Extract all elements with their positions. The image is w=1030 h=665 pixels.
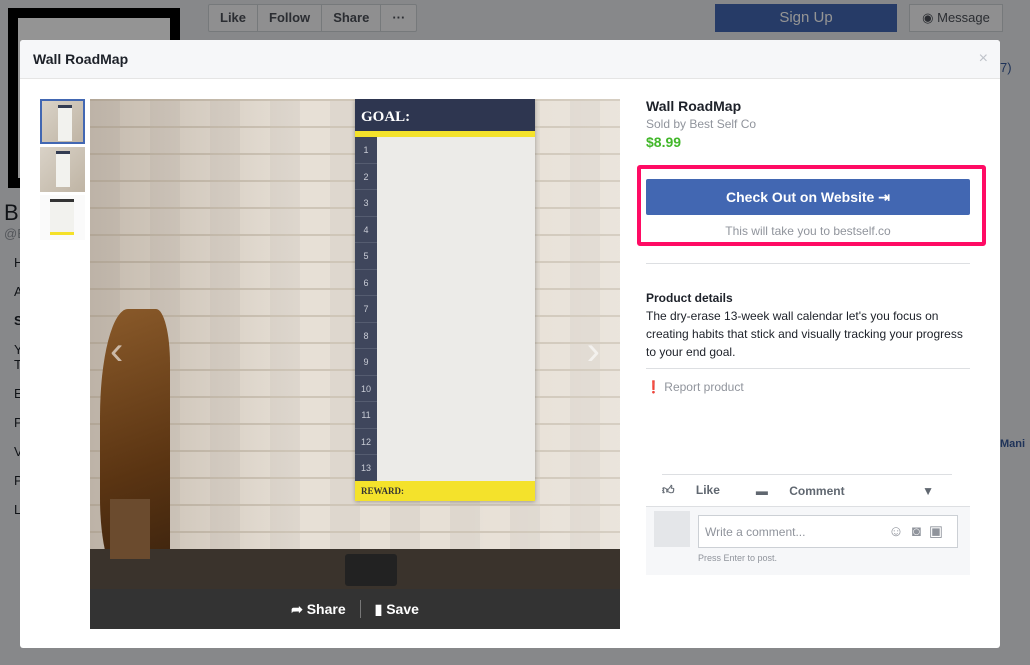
caret-down-icon[interactable]: ▼ xyxy=(922,484,934,498)
modal-title: Wall RoadMap xyxy=(33,51,129,67)
emoji-icon[interactable]: ☺ xyxy=(888,523,911,540)
checkout-note: This will take you to bestself.co xyxy=(725,224,891,238)
thumbnail-3[interactable] xyxy=(40,195,85,240)
alert-icon: ❗ xyxy=(646,380,661,394)
bookmark-icon: ▮ xyxy=(374,600,387,617)
drawers xyxy=(110,499,150,559)
product-info: Wall RoadMap Sold by Best Self Co $8.99 … xyxy=(637,98,986,575)
comment-button[interactable]: ▬ Comment xyxy=(756,484,863,498)
thumbnail-1[interactable] xyxy=(40,99,85,144)
like-button[interactable]: 👍︎ Like xyxy=(662,483,738,498)
share-arrow-icon: ➦ xyxy=(291,600,307,617)
photo-save-button[interactable]: ▮ Save xyxy=(375,601,419,618)
camera-icon[interactable]: ◙ xyxy=(912,523,929,540)
seller-name: Sold by Best Self Co xyxy=(646,117,757,131)
comment-hint: Press Enter to post. xyxy=(698,553,778,563)
close-icon[interactable]: × xyxy=(979,50,988,68)
avatar xyxy=(654,511,690,547)
details-text: The dry-erase 13-week wall calendar let'… xyxy=(646,309,963,359)
check-out-button[interactable]: Check Out on Website ⇥ xyxy=(646,179,970,215)
next-arrow-icon[interactable]: › xyxy=(587,329,600,374)
thumbs-up-icon: 👍︎ xyxy=(662,483,678,497)
details-heading: Product details xyxy=(646,291,733,305)
thumbnail-list xyxy=(40,99,85,243)
poster-week-column: 1 2 3 4 5 6 7 8 9 10 11 12 13 xyxy=(355,137,377,482)
engagement-bar: 👍︎ Like ▬ Comment ▼ xyxy=(662,474,952,506)
prev-arrow-icon[interactable]: ‹ xyxy=(110,329,123,374)
product-details: Product details The dry-erase 13-week wa… xyxy=(646,289,970,361)
product-photo: GOAL: 1 2 3 4 5 6 7 8 9 10 11 12 13 REWARD: ‹ › xyxy=(90,99,620,589)
sticker-icon[interactable]: ▣ xyxy=(929,523,951,540)
poster-footer: REWARD: xyxy=(355,481,535,501)
comment-input[interactable]: Write a comment... ☺◙▣ xyxy=(698,515,958,548)
price: $8.99 xyxy=(646,134,682,150)
external-link-icon: ⇥ xyxy=(878,189,890,205)
thumbnail-2[interactable] xyxy=(40,147,85,192)
camera xyxy=(345,554,397,586)
comment-area: Write a comment... ☺◙▣ Press Enter to po… xyxy=(646,506,970,575)
product-modal: Wall RoadMap × GOAL: 1 2 3 4 5 6 7 8 9 10 11 12 13 R… xyxy=(20,40,1000,648)
wall-calendar-poster: GOAL: 1 2 3 4 5 6 7 8 9 10 11 12 13 REWARD: xyxy=(355,99,535,501)
report-product-link[interactable]: ❗ Report product xyxy=(646,380,744,394)
comment-icon: ▬ xyxy=(755,483,772,498)
poster-header: GOAL: xyxy=(355,99,535,131)
modal-header: Wall RoadMap xyxy=(20,40,1000,79)
product-name: Wall RoadMap xyxy=(646,98,742,114)
photo-share-button[interactable]: ➦ Share xyxy=(291,601,346,618)
photo-action-bar: ➦ Share ▮ Save xyxy=(90,589,620,629)
